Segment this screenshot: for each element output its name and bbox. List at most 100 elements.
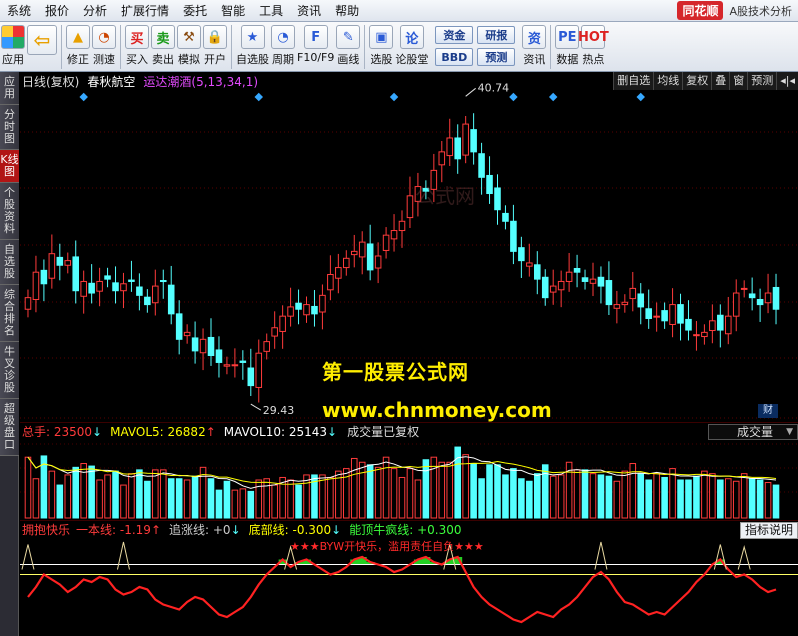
candle-body [541, 276, 549, 299]
toolbar-forum-button[interactable]: 论论股堂 [395, 22, 428, 72]
candle-body [677, 304, 684, 324]
left-tab-5[interactable]: 综合排名 [0, 285, 19, 342]
volume-bar [470, 463, 477, 519]
candle-body [605, 280, 613, 306]
back-arrow-icon: ⇦ [27, 25, 57, 55]
toolbar-app-grid-button[interactable]: 应用 [1, 22, 25, 72]
volume-bar [366, 464, 374, 519]
candle-body [207, 336, 215, 357]
toolbar-speed-test-button[interactable]: ◔ 测速 [92, 22, 116, 72]
candle-body [327, 274, 334, 291]
menu-bar: 系统 报价 分析 扩展行情 委托 智能 工具 资讯 帮助 同花顺 A股技术分析 [0, 0, 798, 22]
toolbar-clock-button[interactable]: ◔ 周期 [271, 22, 295, 72]
volume-selector[interactable]: 成交量 ▼ [708, 424, 798, 440]
volume-bar [557, 474, 565, 519]
candle-body [199, 338, 207, 354]
toolbar-f10-button[interactable]: F F10/F9 [297, 22, 334, 72]
volume-bar [327, 476, 334, 519]
menu-item-1[interactable]: 报价 [38, 0, 76, 22]
left-tab-7[interactable]: 超级盘口 [0, 399, 19, 456]
mavol5: MAVOL5: 26882 [110, 424, 206, 439]
signal-diamond [254, 92, 264, 102]
volume-bar [239, 488, 247, 519]
volume-bar [717, 479, 724, 519]
candle-body [478, 153, 485, 178]
volume-bar [191, 475, 199, 519]
volume-bar [247, 490, 255, 519]
volume-bar [438, 461, 446, 519]
left-tab-2[interactable]: K线图 [0, 150, 19, 183]
right-control-2[interactable]: 复权 [682, 72, 711, 90]
indicator-name[interactable]: 运达潮酒(5,13,34,1) [143, 73, 258, 90]
menu-item-7[interactable]: 资讯 [290, 0, 328, 22]
indicator-explain-button[interactable]: 指标说明 [739, 522, 798, 539]
candle-body [40, 269, 48, 285]
volume-bar [48, 470, 56, 519]
low-pointer [250, 403, 262, 411]
kline-chart-area[interactable]: 40.74 29.43 日线(复权) 春秋航空 运达潮酒(5,13,34,1) 删… [20, 72, 798, 636]
candle-body [454, 137, 461, 160]
volume-bar [661, 476, 668, 519]
candle-body [502, 212, 509, 222]
left-tab-4[interactable]: 自选股 [0, 240, 19, 285]
toolbar-correct-button[interactable]: ▲ 修正 [66, 22, 90, 72]
left-tab-1[interactable]: 分时图 [0, 105, 19, 150]
chevron-down-icon: ▼ [786, 427, 793, 437]
candle-body [709, 320, 716, 332]
star-icon: ★ [240, 25, 265, 49]
left-tab-6[interactable]: 牛叉诊股 [0, 342, 19, 399]
toolbar-buy-button[interactable]: 买买入 [125, 22, 149, 72]
toolbar-news-button[interactable]: 资资讯 [522, 22, 547, 72]
menu-item-2[interactable]: 分析 [76, 0, 114, 22]
line-bottom: 底部线: -0.300 [248, 523, 332, 537]
toolbar-lock-button[interactable]: 🔒 开户 [203, 22, 227, 72]
volume-adjusted-note: 成交量已复权 [347, 425, 420, 439]
volume-bar [549, 475, 557, 519]
menu-item-8[interactable]: 帮助 [328, 0, 366, 22]
right-control-4[interactable]: 窗 [729, 72, 747, 90]
volume-bar [740, 473, 748, 519]
volume-bar [597, 474, 605, 519]
volume-bar [271, 484, 278, 519]
simulate-icon: ⚒ [177, 25, 201, 49]
right-control-3[interactable]: 叠 [711, 72, 729, 90]
toolbar-data-button[interactable]: PE 数据 [555, 22, 580, 72]
menu-item-6[interactable]: 工具 [252, 0, 290, 22]
toolbar-simulate-button[interactable]: ⚒ 模拟 [177, 22, 201, 72]
toolbar-sell-button[interactable]: 卖卖出 [151, 22, 175, 72]
right-control-5[interactable]: 预测 [747, 72, 776, 90]
volume-bar [128, 473, 135, 519]
spike-marker [737, 545, 751, 570]
volume-bar [756, 479, 764, 519]
small-button-group: 资金 研报 BBD 预测 [433, 24, 517, 68]
spike-marker [116, 541, 130, 570]
toolbar-draw-button[interactable]: ✎ 画线 [336, 22, 361, 72]
small-button-2[interactable]: BBD [435, 48, 474, 66]
candle-body [740, 287, 748, 290]
small-button-1[interactable]: 研报 [477, 26, 516, 44]
toolbar-back-arrow-button[interactable]: ⇦ [27, 22, 57, 72]
down-arrow-icon: ↓ [327, 424, 338, 439]
small-button-0[interactable]: 资金 [435, 26, 474, 44]
right-control-1[interactable]: 均线 [653, 72, 682, 90]
faint-watermark: 公式网 [415, 184, 475, 208]
menu-item-4[interactable]: 委托 [176, 0, 214, 22]
menu-item-3[interactable]: 扩展行情 [114, 0, 176, 22]
toolbar-star-button[interactable]: ★ 自选股 [236, 22, 269, 72]
toolbar-select-stock-button[interactable]: ▣ 选股 [369, 22, 394, 72]
menu-item-0[interactable]: 系统 [0, 0, 38, 22]
collapse-arrow-icon[interactable]: ◂|◂ [776, 72, 798, 90]
right-control-0[interactable]: 删自选 [613, 72, 653, 90]
down-arrow-icon: ↓ [92, 424, 103, 439]
candle-body [88, 282, 95, 294]
finance-badge[interactable]: 财 [758, 404, 778, 418]
left-tab-0[interactable]: 应用 [0, 72, 19, 105]
candle-body [335, 267, 342, 279]
toolbar-hot-button[interactable]: HOT 热点 [578, 22, 609, 72]
candle-body [653, 315, 660, 318]
small-button-3[interactable]: 预测 [477, 48, 516, 66]
candle-body [462, 123, 469, 156]
menu-item-5[interactable]: 智能 [214, 0, 252, 22]
volume-bar [502, 474, 509, 519]
left-tab-3[interactable]: 个股资料 [0, 183, 19, 240]
